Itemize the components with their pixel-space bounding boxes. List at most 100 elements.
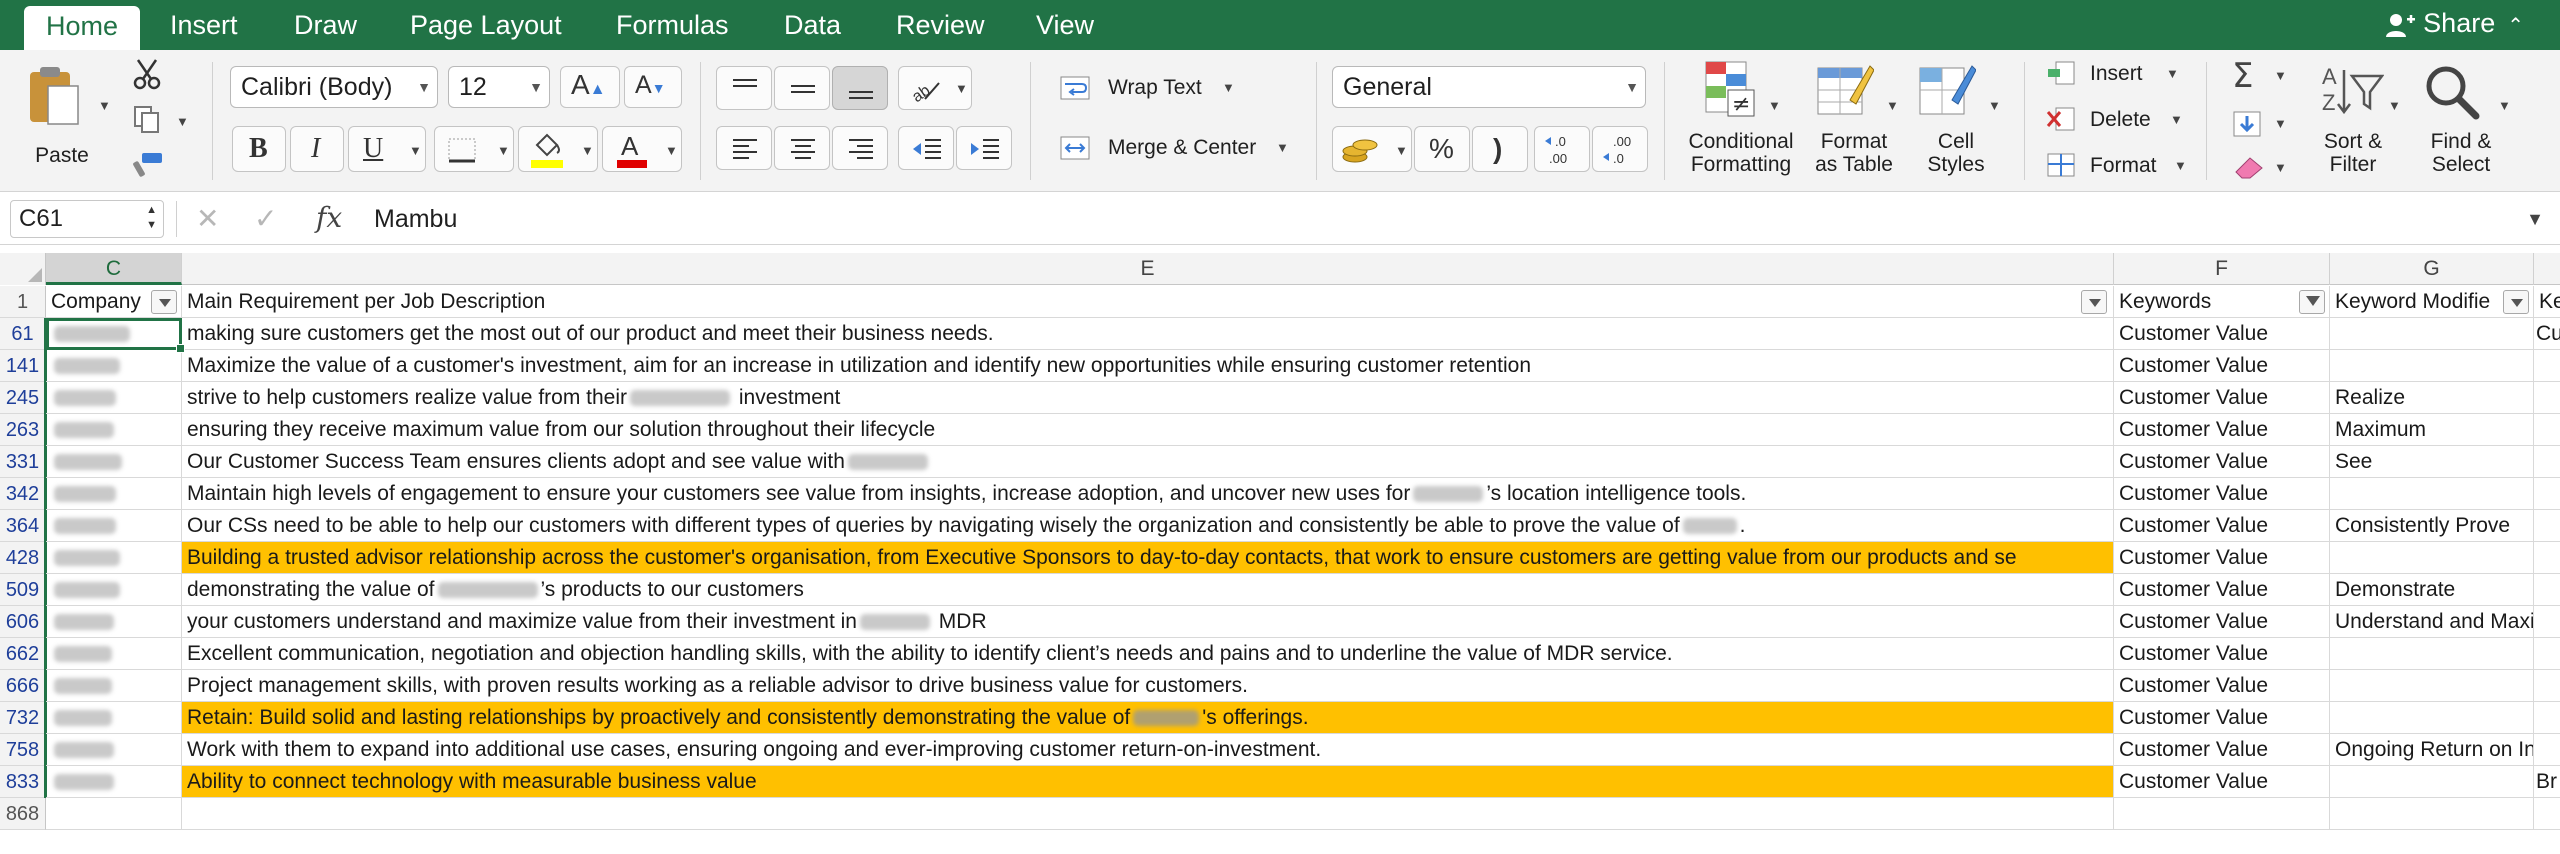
keywords-cell[interactable]: Customer Value: [2114, 414, 2330, 446]
keywords-cell[interactable]: Customer Value: [2114, 734, 2330, 766]
header-cell-keywords[interactable]: Keywords: [2114, 286, 2330, 318]
next-column-cell[interactable]: [2534, 350, 2560, 382]
filter-dropdown-icon[interactable]: [2081, 290, 2107, 314]
filter-active-icon[interactable]: [2299, 290, 2325, 314]
company-cell[interactable]: [46, 606, 182, 638]
company-cell[interactable]: [46, 350, 182, 382]
row-header[interactable]: 732: [0, 702, 47, 734]
next-column-cell[interactable]: [2534, 670, 2560, 702]
requirement-cell[interactable]: strive to help customers realize value f…: [182, 382, 2114, 414]
cancel-icon[interactable]: ✕: [196, 201, 219, 237]
next-column-cell[interactable]: [2534, 414, 2560, 446]
paste-dropdown-icon[interactable]: ▼: [98, 98, 111, 113]
find-select-button[interactable]: ▼ Find & Select: [2408, 58, 2514, 184]
requirement-cell[interactable]: ensuring they receive maximum value from…: [182, 414, 2114, 446]
fill-button[interactable]: ▼: [2226, 104, 2290, 144]
keywords-cell[interactable]: Customer Value: [2114, 574, 2330, 606]
format-painter-icon[interactable]: [132, 150, 164, 180]
next-column-cell[interactable]: [2534, 734, 2560, 766]
tab-insert[interactable]: Insert: [170, 0, 238, 50]
delete-cells-button[interactable]: Delete ▼: [2046, 102, 2186, 138]
next-column-cell[interactable]: Br: [2534, 766, 2560, 798]
filter-dropdown-icon[interactable]: [2503, 290, 2529, 314]
next-column-cell[interactable]: [2534, 574, 2560, 606]
company-cell[interactable]: [46, 638, 182, 670]
column-header-c[interactable]: C: [46, 253, 182, 285]
next-column-cell[interactable]: [2534, 606, 2560, 638]
increase-indent-button[interactable]: [956, 126, 1012, 170]
tab-draw[interactable]: Draw: [294, 0, 357, 50]
keywords-cell[interactable]: Customer Value: [2114, 670, 2330, 702]
keyword-modifier-cell[interactable]: Consistently Prove: [2330, 510, 2534, 542]
decrease-font-size-button[interactable]: A▼: [624, 66, 682, 108]
keywords-cell[interactable]: [2114, 798, 2330, 830]
keyword-modifier-cell[interactable]: Ongoing Return on Inve: [2330, 734, 2534, 766]
header-cell-requirement[interactable]: Main Requirement per Job Description: [182, 286, 2114, 318]
insert-function-button[interactable]: fx: [316, 199, 342, 237]
insert-cells-button[interactable]: Insert ▼: [2046, 56, 2186, 92]
row-header[interactable]: 662: [0, 638, 47, 670]
company-cell[interactable]: [46, 318, 182, 350]
clear-button[interactable]: ▼: [2226, 150, 2290, 186]
column-header-g[interactable]: G: [2330, 253, 2534, 285]
align-middle-button[interactable]: [774, 66, 830, 110]
column-header-next[interactable]: [2534, 253, 2560, 285]
copy-icon[interactable]: [132, 104, 162, 134]
row-header[interactable]: 245: [0, 382, 47, 414]
column-header-f[interactable]: F: [2114, 253, 2330, 285]
row-header[interactable]: 1: [0, 286, 46, 318]
header-cell-keyword-modifier[interactable]: Keyword Modifie: [2330, 286, 2534, 318]
keyword-modifier-cell[interactable]: [2330, 478, 2534, 510]
next-column-cell[interactable]: [2534, 638, 2560, 670]
keywords-cell[interactable]: Customer Value: [2114, 542, 2330, 574]
keyword-modifier-cell[interactable]: [2330, 350, 2534, 382]
paste-button[interactable]: ▼ Paste: [14, 60, 111, 172]
font-color-button[interactable]: A ▼: [602, 126, 682, 172]
keyword-modifier-cell[interactable]: Understand and Maxim: [2330, 606, 2534, 638]
increase-decimal-button[interactable]: .0.00: [1534, 126, 1590, 172]
align-right-button[interactable]: [832, 126, 888, 170]
tab-view[interactable]: View: [1036, 0, 1094, 50]
next-column-cell[interactable]: [2534, 382, 2560, 414]
name-box[interactable]: C61 ▲ ▼: [10, 200, 164, 238]
fill-color-button[interactable]: ▼: [518, 126, 598, 172]
next-column-cell[interactable]: [2534, 478, 2560, 510]
company-cell[interactable]: [46, 510, 182, 542]
keywords-cell[interactable]: Customer Value: [2114, 638, 2330, 670]
merge-center-button[interactable]: Merge & Center ▼: [1058, 128, 1298, 168]
chevron-up-icon[interactable]: ⌃: [2507, 3, 2524, 49]
decrease-indent-button[interactable]: [898, 126, 954, 170]
requirement-cell[interactable]: your customers understand and maximize v…: [182, 606, 2114, 638]
italic-button[interactable]: I: [290, 126, 344, 172]
underline-button[interactable]: U ▼: [348, 126, 426, 172]
orientation-button[interactable]: ab ▼: [898, 66, 972, 110]
row-header[interactable]: 833: [0, 766, 47, 798]
comma-style-button[interactable]: ): [1472, 126, 1528, 172]
row-header[interactable]: 758: [0, 734, 47, 766]
company-cell[interactable]: [46, 446, 182, 478]
requirement-cell[interactable]: [182, 798, 2114, 830]
percent-style-button[interactable]: %: [1414, 126, 1470, 172]
requirement-cell[interactable]: demonstrating the value of’s products to…: [182, 574, 2114, 606]
next-column-cell[interactable]: [2534, 702, 2560, 734]
keywords-cell[interactable]: Customer Value: [2114, 606, 2330, 638]
copy-dropdown-icon[interactable]: ▼: [176, 114, 189, 129]
requirement-cell[interactable]: Maintain high levels of engagement to en…: [182, 478, 2114, 510]
increase-font-size-button[interactable]: A▲: [560, 66, 620, 108]
keyword-modifier-cell[interactable]: See: [2330, 446, 2534, 478]
name-box-spinner-icon[interactable]: ▲ ▼: [146, 203, 157, 233]
align-bottom-button[interactable]: [832, 66, 888, 110]
share-button[interactable]: Share ⌃: [2385, 0, 2524, 50]
conditional-formatting-button[interactable]: ≠ ▼ Conditional Formatting: [1682, 58, 1800, 184]
row-header[interactable]: 428: [0, 542, 47, 574]
column-header-e[interactable]: E: [182, 253, 2114, 285]
align-left-button[interactable]: [716, 126, 772, 170]
confirm-icon[interactable]: ✓: [254, 201, 277, 237]
keyword-modifier-cell[interactable]: [2330, 670, 2534, 702]
company-cell[interactable]: [46, 702, 182, 734]
tab-formulas[interactable]: Formulas: [616, 0, 729, 50]
row-header[interactable]: 342: [0, 478, 47, 510]
formula-input[interactable]: Mambu: [374, 201, 457, 237]
company-cell[interactable]: [46, 414, 182, 446]
requirement-cell[interactable]: Retain: Build solid and lasting relation…: [182, 702, 2114, 734]
